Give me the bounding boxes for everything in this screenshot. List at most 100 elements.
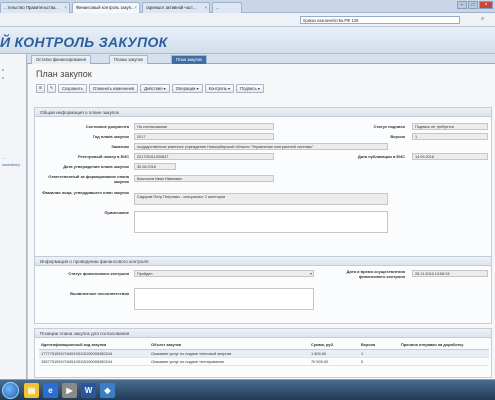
close-icon[interactable]: × bbox=[205, 5, 207, 10]
pub-date-field: 14.09.2016 bbox=[412, 153, 488, 160]
app-icon[interactable]: ◆ bbox=[100, 383, 115, 398]
cancel-changes-button[interactable]: Отменить изменения bbox=[88, 84, 139, 93]
version-label: Версия bbox=[390, 134, 405, 139]
control-status-value: Пройден bbox=[137, 272, 153, 276]
customer-label: Заказчик bbox=[111, 144, 129, 149]
browser-tab-4[interactable]: ... bbox=[212, 2, 242, 13]
minimize-icon[interactable]: – bbox=[457, 1, 467, 9]
sign-status-field: Подпись не требуется bbox=[412, 123, 488, 130]
nav-item-stub[interactable]: олнители) bbox=[2, 163, 20, 167]
control-datetime-label: Дата и время осуществления финансового к… bbox=[346, 269, 405, 279]
cell-version: 1 bbox=[359, 349, 399, 358]
browser-tab-1[interactable]: ...тельство Правительства... × bbox=[0, 2, 70, 13]
approver-field: Сидоров Петр Петрович - специалист 2 кат… bbox=[134, 193, 388, 205]
column-header[interactable]: Причина отправки на доработку bbox=[399, 341, 489, 350]
note-label: Примечание bbox=[104, 210, 129, 215]
version-field: 1 bbox=[412, 133, 488, 140]
table-row[interactable]: 177775193471545105115160006350244 Оказан… bbox=[39, 349, 489, 358]
start-button[interactable] bbox=[2, 382, 19, 399]
column-header[interactable]: Объект закупки bbox=[149, 341, 309, 350]
control-status-label: Статус финансового контроля bbox=[68, 271, 129, 276]
signature-menu[interactable]: Подпись ▾ bbox=[236, 84, 264, 93]
tab-procurement-plan[interactable]: План закупок bbox=[171, 55, 207, 64]
chevron-down-icon: ▾ bbox=[309, 271, 312, 276]
close-icon[interactable]: × bbox=[65, 5, 67, 10]
tab-label: скриншот активной част... bbox=[146, 5, 196, 10]
left-nav-panel: е п ... олнители) bbox=[0, 54, 27, 379]
year-field: 2017 bbox=[134, 133, 274, 140]
responsible-label: Ответственный за формирование плана заку… bbox=[48, 174, 129, 184]
pub-date-label: Дата публикации в ЕИС bbox=[357, 154, 405, 159]
word-icon[interactable]: W bbox=[81, 383, 96, 398]
toolbar: ☰ ✎ Сохранить Отменить изменения Действи… bbox=[36, 84, 264, 94]
page-title: План закупок bbox=[36, 69, 92, 79]
reg-number-field: 201705311000837 bbox=[134, 153, 274, 160]
cell-sum: 70 500,00 bbox=[309, 357, 359, 366]
tab-label: Финансовый контроль закуп... bbox=[76, 5, 135, 10]
actions-menu[interactable]: Действия ▾ bbox=[140, 84, 170, 93]
tab-funding-balances[interactable]: Остатки финансирования bbox=[31, 55, 91, 64]
customer-field: государственное казенное учреждение Ново… bbox=[134, 143, 388, 150]
app-header: Й КОНТРОЛЬ ЗАКУПОК bbox=[0, 27, 495, 54]
tab-label: ...тельство Правительства... bbox=[4, 5, 59, 10]
reg-number-label: Реестровый номер в ЕИС bbox=[77, 154, 129, 159]
doc-status-field: На согласовании bbox=[134, 123, 274, 130]
plan-items-section: Позиции плана закупок для согласования И… bbox=[34, 328, 492, 378]
search-icon[interactable]: ⌕ bbox=[481, 16, 489, 24]
sign-status-label: Статус подписи bbox=[373, 124, 406, 129]
app-title: Й КОНТРОЛЬ ЗАКУПОК bbox=[0, 34, 168, 50]
section-heading: Информация о проведении финансового конт… bbox=[35, 257, 491, 266]
maximize-icon[interactable]: □ bbox=[468, 1, 478, 9]
browser-tab-strip: ...тельство Правительства... × Финансовый… bbox=[0, 0, 495, 13]
address-input[interactable]: приказ казначейства РФ 128 bbox=[300, 16, 460, 24]
plan-items-table: Идентификационный код закупки Объект зак… bbox=[39, 341, 489, 366]
column-header[interactable]: Идентификационный код закупки bbox=[39, 341, 149, 350]
approve-date-label: Дата утверждения плана закупок bbox=[63, 164, 129, 169]
column-header[interactable]: Версия bbox=[359, 341, 399, 350]
operations-menu[interactable]: Операции ▾ bbox=[171, 84, 203, 93]
cell-object: Оказание услуг по подаче тепловой энерги… bbox=[149, 349, 309, 358]
cell-code: 177775193471545105115160006350244 bbox=[39, 349, 149, 358]
note-field[interactable] bbox=[134, 211, 388, 233]
nav-item-stub[interactable]: п bbox=[2, 76, 4, 80]
browser-tab-2[interactable]: Финансовый контроль закуп... × bbox=[72, 2, 140, 13]
approver-label: Фамилия лица, утвердившего план закупок bbox=[42, 190, 129, 195]
browser-icon[interactable]: e bbox=[43, 383, 58, 398]
save-button[interactable]: Сохранить bbox=[58, 84, 87, 93]
cell-object: Оказание услуг по подаче тестирования bbox=[149, 357, 309, 366]
cell-version: 0 bbox=[359, 357, 399, 366]
window-close-icon[interactable]: × bbox=[479, 1, 493, 9]
taskbar: ▤ e ▶ W ◆ bbox=[0, 379, 495, 400]
window-controls: – □ × bbox=[457, 1, 493, 9]
doc-status-label: Состояние документа bbox=[85, 124, 129, 129]
tag-icon[interactable]: ✎ bbox=[47, 84, 56, 93]
document-tabs: Остатки финансирования Планы закупок Пла… bbox=[27, 54, 495, 64]
nav-item-stub[interactable]: е bbox=[2, 68, 4, 72]
browser-tab-3[interactable]: скриншот активной част... × bbox=[142, 2, 210, 13]
tab-label: ... bbox=[216, 5, 220, 10]
control-datetime-field: 28.11.2016 13:58:24 bbox=[412, 270, 488, 277]
approve-date-field: 30.08.2016 bbox=[134, 163, 176, 170]
section-heading: Общая информация о плане закупок bbox=[35, 108, 491, 117]
address-bar: приказ казначейства РФ 128 ⌕ bbox=[0, 13, 495, 27]
cell-reason bbox=[399, 357, 489, 366]
media-icon[interactable]: ▶ bbox=[62, 383, 77, 398]
close-icon[interactable]: × bbox=[135, 5, 137, 10]
control-menu[interactable]: Контроль ▾ bbox=[204, 84, 235, 93]
cell-reason bbox=[399, 349, 489, 358]
cell-sum: 1 500,00 bbox=[309, 349, 359, 358]
column-header[interactable]: Сумма, руб. bbox=[309, 341, 359, 350]
nav-item-stub[interactable]: ... bbox=[2, 156, 5, 160]
list-icon[interactable]: ☰ bbox=[36, 84, 45, 93]
issues-field[interactable] bbox=[134, 288, 314, 310]
main-content: План закупок ☰ ✎ Сохранить Отменить изме… bbox=[27, 64, 495, 379]
issues-label: Выявленные несоответствия bbox=[70, 291, 129, 296]
tab-procurement-plans[interactable]: Планы закупок bbox=[109, 55, 148, 64]
control-status-select[interactable]: Пройден ▾ bbox=[134, 270, 314, 277]
section-heading: Позиции плана закупок для согласования bbox=[35, 329, 491, 338]
financial-control-section: Информация о проведении финансового конт… bbox=[34, 256, 492, 324]
table-row[interactable]: 335775193471545105115160006350244 Оказан… bbox=[39, 357, 489, 366]
year-label: Год плана закупок bbox=[92, 134, 129, 139]
folder-icon[interactable]: ▤ bbox=[24, 383, 39, 398]
cell-code: 335775193471545105115160006350244 bbox=[39, 357, 149, 366]
